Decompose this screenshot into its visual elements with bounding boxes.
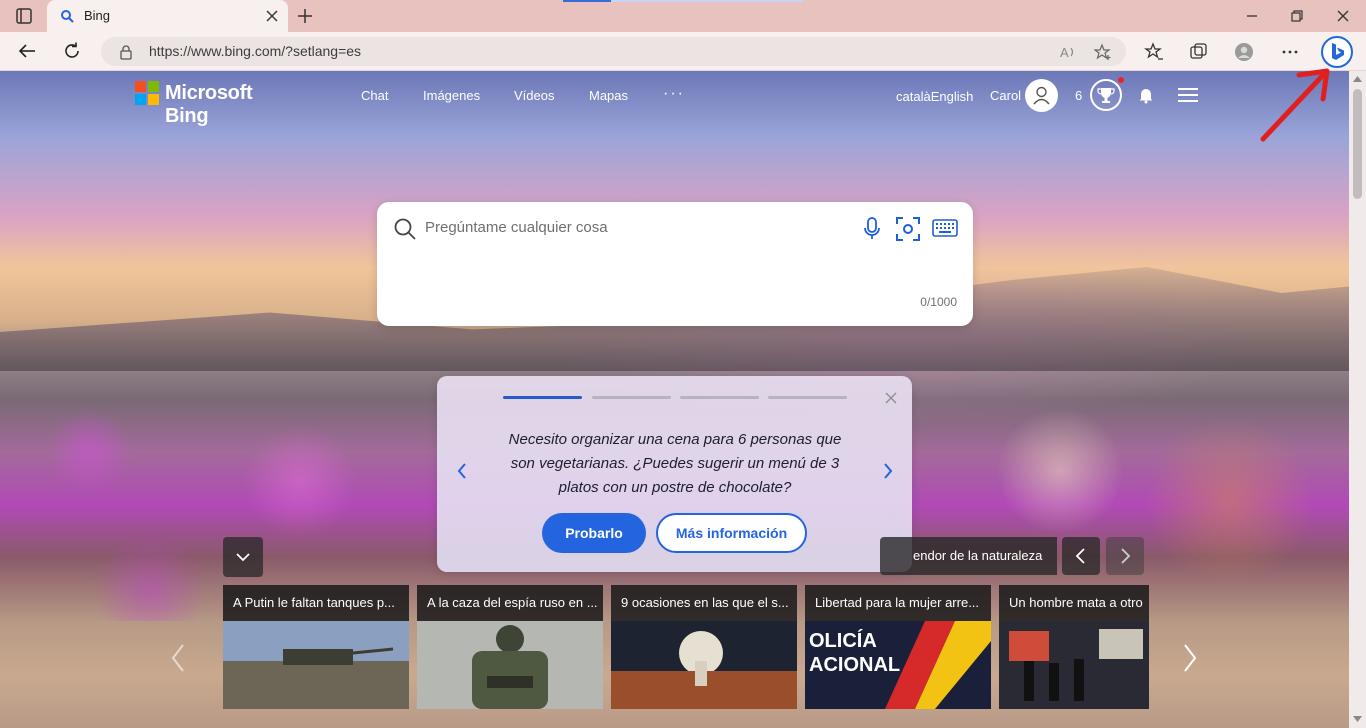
brand-name: Microsoft Bing	[165, 82, 253, 127]
bing-search-favicon	[61, 10, 74, 23]
image-caption[interactable]: endor de la naturaleza	[880, 537, 1057, 575]
collections-icon[interactable]	[1189, 42, 1209, 62]
news-title: A la caza del espía ruso en ...	[417, 585, 603, 621]
close-window-icon[interactable]	[1336, 9, 1350, 23]
news-card[interactable]: 9 ocasiones en las que el s...	[611, 585, 797, 709]
read-aloud-icon[interactable]: A	[1059, 43, 1077, 61]
tab-actions-icon[interactable]	[10, 7, 38, 25]
nav-videos[interactable]: Vídeos	[514, 88, 554, 103]
rewards-notification-dot	[1118, 77, 1124, 83]
svg-text:A: A	[1060, 45, 1069, 60]
microphone-icon[interactable]	[863, 217, 881, 241]
favorites-icon[interactable]	[1144, 42, 1164, 62]
news-prev-icon[interactable]	[170, 643, 186, 673]
loading-indicator	[563, 0, 803, 2]
tab-strip: Bing	[0, 0, 1366, 32]
search-icon	[394, 218, 416, 240]
news-title: A Putin le faltan tanques p...	[223, 585, 409, 621]
learn-more-button[interactable]: Más información	[656, 513, 807, 553]
hamburger-menu-icon[interactable]	[1178, 88, 1198, 102]
news-image	[611, 621, 797, 709]
progress-step	[768, 396, 847, 399]
rewards-points[interactable]: 6	[1075, 88, 1082, 103]
annotation-arrow-icon	[1260, 68, 1330, 142]
tab-title: Bing	[84, 8, 111, 23]
prompt-text: Necesito organizar una cena para 6 perso…	[508, 431, 842, 496]
url-text: https://www.bing.com/?setlang=es	[149, 43, 362, 59]
address-bar: https://www.bing.com/?setlang=es A	[0, 32, 1366, 78]
search-box[interactable]: Pregúntame cualquier cosa 0/1000	[377, 202, 973, 326]
add-favorite-icon[interactable]	[1094, 43, 1112, 61]
scroll-up-icon[interactable]	[1353, 76, 1362, 82]
nav-chat[interactable]: Chat	[361, 88, 388, 103]
news-card[interactable]: Un hombre mata a otro	[999, 585, 1149, 709]
chevron-left-icon	[1075, 548, 1085, 564]
progress-step	[503, 396, 582, 399]
next-image-button[interactable]	[1106, 537, 1144, 575]
refresh-icon[interactable]	[62, 41, 82, 61]
prompt-suggestion-card: Necesito organizar una cena para 6 perso…	[437, 376, 912, 572]
scroll-thumb[interactable]	[1353, 89, 1362, 199]
news-image	[417, 621, 603, 709]
bing-homepage: Microsoft Bing Chat Imágenes Vídeos Mapa…	[0, 71, 1349, 728]
news-title: Libertad para la mujer arre...	[805, 585, 991, 621]
trophy-icon	[1097, 88, 1115, 103]
news-card[interactable]: Libertad para la mujer arre... OLICÍA AC…	[805, 585, 991, 709]
rewards-button[interactable]	[1090, 79, 1122, 111]
keyboard-icon[interactable]	[932, 218, 958, 238]
news-card[interactable]: A Putin le faltan tanques p...	[223, 585, 409, 709]
minimize-icon[interactable]	[1245, 9, 1259, 23]
nav-more[interactable]: ···	[663, 85, 685, 103]
chevron-down-icon	[236, 553, 250, 562]
microsoft-logo-icon	[135, 81, 159, 105]
news-image	[999, 621, 1149, 709]
nav-maps[interactable]: Mapas	[589, 88, 628, 103]
progress-step	[592, 396, 671, 399]
chevron-left-icon[interactable]	[456, 462, 468, 480]
user-name[interactable]: Carol	[990, 88, 1021, 103]
card-progress	[503, 396, 847, 400]
search-input[interactable]: Pregúntame cualquier cosa	[425, 219, 608, 236]
char-counter: 0/1000	[920, 295, 957, 309]
previous-image-button[interactable]	[1062, 537, 1100, 575]
news-title: Un hombre mata a otro	[999, 585, 1149, 621]
collapse-feed-button[interactable]	[223, 537, 263, 577]
bing-copilot-icon[interactable]	[1321, 36, 1353, 68]
bell-icon[interactable]	[1137, 86, 1155, 104]
news-image: OLICÍA ACIONAL	[805, 621, 991, 709]
news-image	[223, 621, 409, 709]
more-options-icon[interactable]	[1280, 42, 1300, 62]
close-card-icon[interactable]	[885, 392, 897, 404]
restore-icon[interactable]	[1290, 9, 1304, 23]
news-next-icon[interactable]	[1182, 643, 1198, 673]
user-icon	[1033, 86, 1050, 105]
page-scrollbar[interactable]	[1349, 71, 1366, 728]
new-tab-icon[interactable]	[296, 7, 314, 25]
chevron-right-icon	[1121, 548, 1131, 564]
svg-text:ACIONAL: ACIONAL	[809, 654, 900, 676]
news-card[interactable]: A la caza del espía ruso en ...	[417, 585, 603, 709]
progress-step	[680, 396, 759, 399]
news-title: 9 ocasiones en las que el s...	[611, 585, 797, 621]
avatar[interactable]	[1025, 79, 1058, 112]
svg-text:OLICÍA: OLICÍA	[809, 629, 877, 652]
lock-icon[interactable]	[119, 44, 133, 60]
nav-images[interactable]: Imágenes	[423, 88, 480, 103]
close-tab-icon[interactable]	[266, 10, 278, 22]
bing-b-icon	[1332, 43, 1344, 60]
back-icon[interactable]	[17, 41, 37, 61]
visual-search-icon[interactable]	[895, 216, 921, 242]
browser-tab[interactable]: Bing	[47, 0, 288, 32]
language-switch[interactable]: catalàEnglish	[896, 89, 973, 104]
profile-icon[interactable]	[1234, 42, 1254, 62]
url-field[interactable]: https://www.bing.com/?setlang=es A	[101, 37, 1126, 66]
chevron-right-icon[interactable]	[882, 462, 894, 480]
try-button[interactable]: Probarlo	[542, 513, 646, 553]
scroll-down-icon[interactable]	[1353, 716, 1362, 722]
bing-logo[interactable]: Microsoft Bing	[135, 81, 295, 127]
